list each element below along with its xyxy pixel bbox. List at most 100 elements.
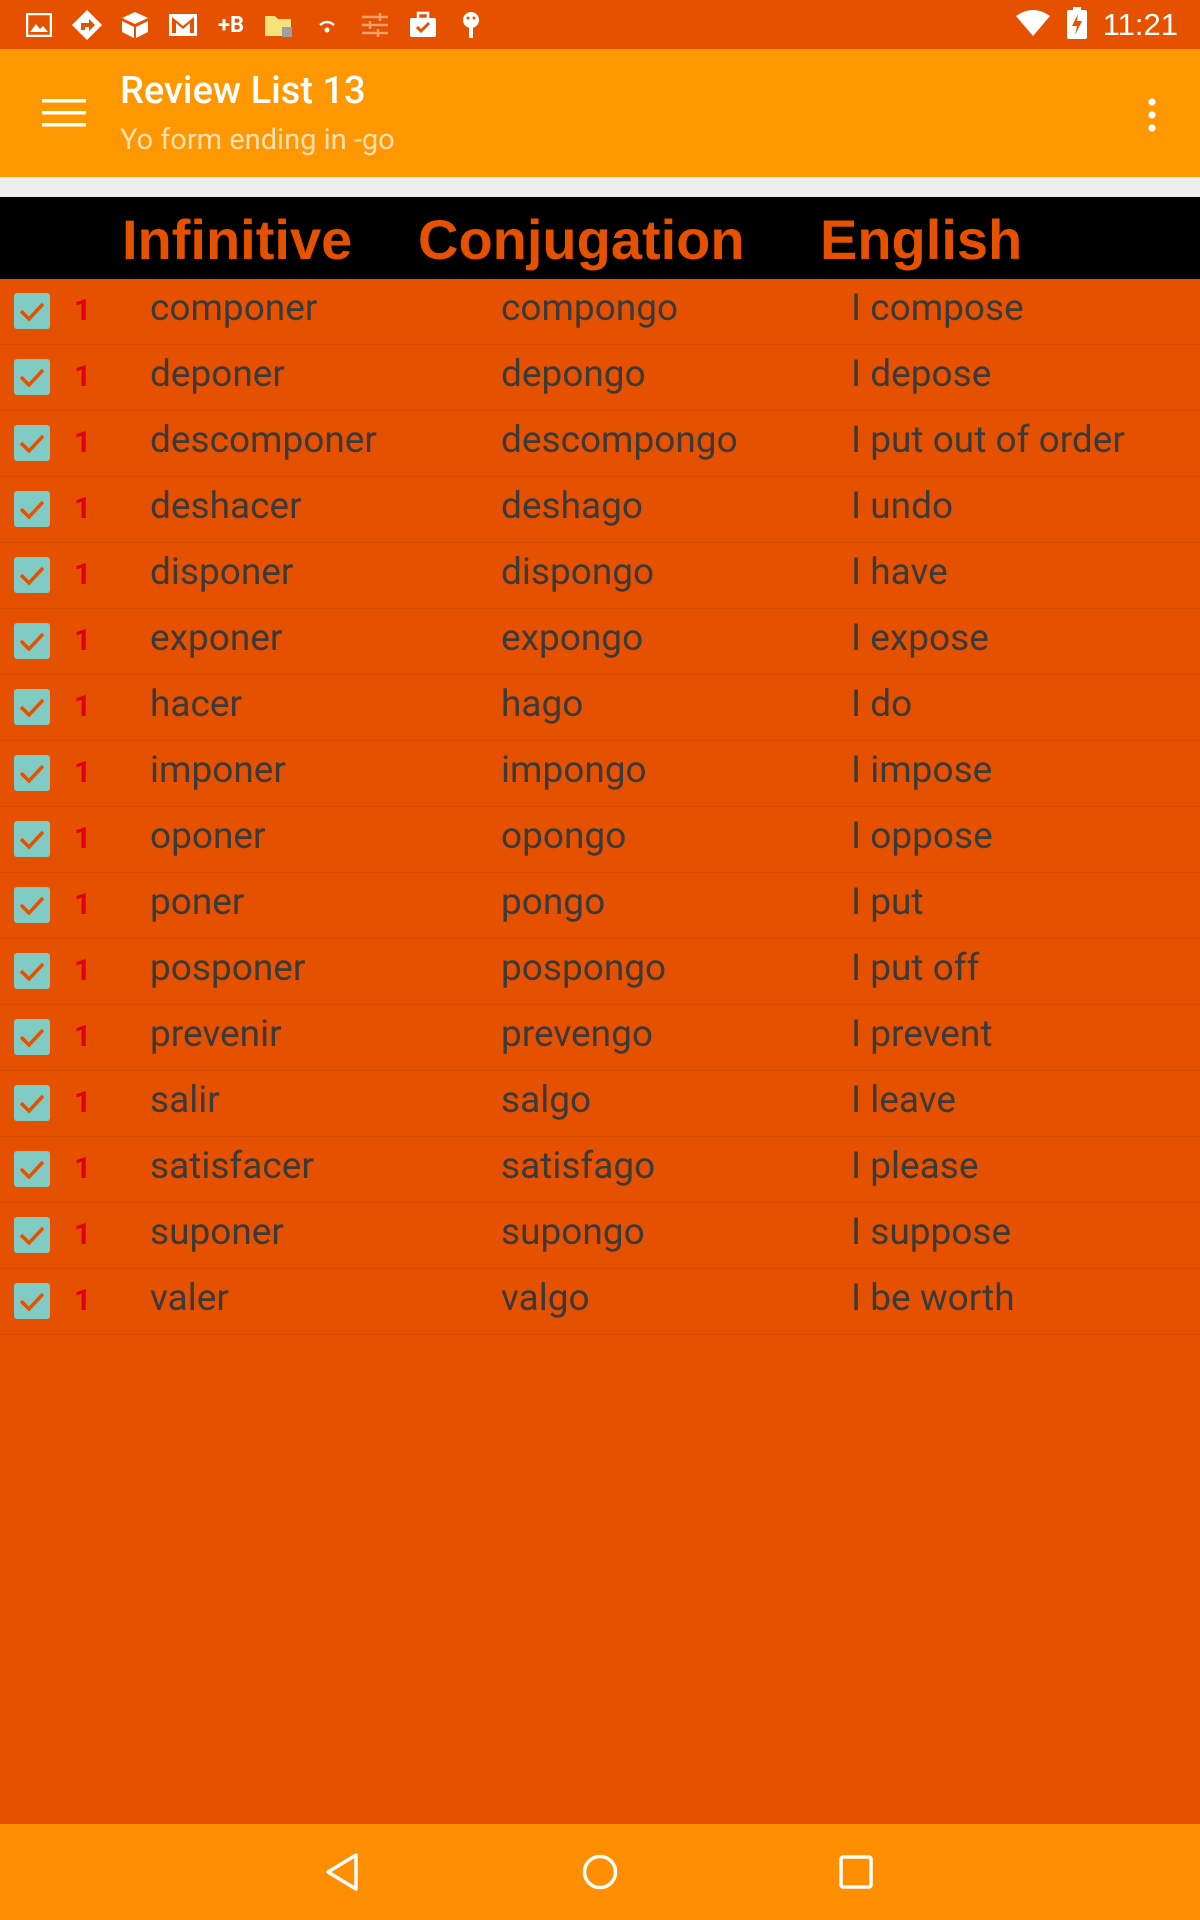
review-count: 1: [74, 755, 92, 790]
row-checkbox[interactable]: [14, 1151, 50, 1187]
check-icon: [19, 764, 45, 784]
more-vert-icon[interactable]: [1128, 89, 1176, 141]
conjugation-cell: prevengo: [501, 1013, 653, 1056]
english-cell: I be worth: [851, 1277, 1015, 1320]
divider: [0, 177, 1200, 197]
english-cell: I have: [851, 551, 948, 594]
row-checkbox[interactable]: [14, 623, 50, 659]
battery-charging-icon: [1066, 7, 1087, 43]
table-row[interactable]: 1 salir salgo I leave: [0, 1071, 1200, 1137]
check-icon: [19, 698, 45, 718]
table-row[interactable]: 1 disponer dispongo I have: [0, 543, 1200, 609]
row-checkbox[interactable]: [14, 1283, 50, 1319]
table-row[interactable]: 1 posponer pospongo I put off: [0, 939, 1200, 1005]
conjugation-cell: pongo: [501, 881, 606, 924]
infinitive-cell: salir: [150, 1079, 220, 1122]
table-row[interactable]: 1 valer valgo I be worth: [0, 1269, 1200, 1335]
conjugation-cell: impongo: [501, 749, 647, 792]
page-title: Review List 13: [120, 69, 366, 113]
row-checkbox[interactable]: [14, 1085, 50, 1121]
plus-b-icon: +B: [214, 8, 248, 42]
home-icon[interactable]: [570, 1844, 630, 1900]
wifi-small-icon: [310, 8, 344, 42]
android-icon: [454, 8, 488, 42]
back-icon[interactable]: [312, 1844, 372, 1900]
row-checkbox[interactable]: [14, 755, 50, 791]
conjugation-cell: salgo: [501, 1079, 592, 1122]
gmail-icon: [166, 8, 200, 42]
header-conjugation: Conjugation: [418, 208, 745, 271]
row-checkbox[interactable]: [14, 953, 50, 989]
row-checkbox[interactable]: [14, 887, 50, 923]
row-checkbox[interactable]: [14, 359, 50, 395]
table-row[interactable]: 1 prevenir prevengo I prevent: [0, 1005, 1200, 1071]
row-checkbox[interactable]: [14, 1019, 50, 1055]
table-row[interactable]: 1 exponer expongo I expose: [0, 609, 1200, 675]
check-icon: [19, 302, 45, 322]
table-row[interactable]: 1 imponer impongo I impose: [0, 741, 1200, 807]
conjugation-cell: depongo: [501, 353, 646, 396]
row-checkbox[interactable]: [14, 689, 50, 725]
check-icon: [19, 830, 45, 850]
conjugation-cell: dispongo: [501, 551, 655, 594]
navigation-icon: [70, 8, 104, 42]
infinitive-cell: deshacer: [150, 485, 302, 528]
review-count: 1: [74, 1151, 92, 1186]
conjugation-cell: satisfago: [501, 1145, 656, 1188]
english-cell: I expose: [851, 617, 989, 660]
row-checkbox[interactable]: [14, 491, 50, 527]
row-checkbox[interactable]: [14, 821, 50, 857]
row-checkbox[interactable]: [14, 293, 50, 329]
infinitive-cell: valer: [150, 1277, 229, 1320]
app-bar: Review List 13 Yo form ending in -go: [0, 49, 1200, 177]
table-row[interactable]: 1 deshacer deshago I undo: [0, 477, 1200, 543]
conjugation-cell: supongo: [501, 1211, 645, 1254]
conjugation-cell: pospongo: [501, 947, 667, 990]
table-row[interactable]: 1 oponer opongo I oppose: [0, 807, 1200, 873]
review-count: 1: [74, 821, 92, 856]
check-icon: [19, 1226, 45, 1246]
infinitive-cell: deponer: [150, 353, 285, 396]
status-bar: +B 11:21: [0, 0, 1200, 49]
check-icon: [19, 434, 45, 454]
sliders-icon: [358, 8, 392, 42]
folder-icon: [262, 8, 296, 42]
conjugation-cell: descompongo: [501, 419, 738, 462]
review-count: 1: [74, 293, 92, 328]
review-count: 1: [74, 359, 92, 394]
clock: 11:21: [1102, 7, 1178, 42]
infinitive-cell: oponer: [150, 815, 266, 858]
header-english: English: [820, 208, 1023, 271]
infinitive-cell: satisfacer: [150, 1145, 314, 1188]
header-infinitive: Infinitive: [122, 208, 353, 271]
box-icon: [118, 8, 152, 42]
conjugation-cell: hago: [501, 683, 584, 726]
check-icon: [19, 632, 45, 652]
review-count: 1: [74, 1283, 92, 1318]
table-row[interactable]: 1 deponer depongo I depose: [0, 345, 1200, 411]
plus-b-label: +B: [217, 12, 245, 38]
recents-icon[interactable]: [826, 1844, 886, 1900]
briefcase-check-icon: [406, 8, 440, 42]
english-cell: I compose: [851, 287, 1024, 330]
table-row[interactable]: 1 suponer supongo I suppose: [0, 1203, 1200, 1269]
review-count: 1: [74, 1085, 92, 1120]
conjugation-cell: compongo: [501, 287, 679, 330]
row-checkbox[interactable]: [14, 557, 50, 593]
review-count: 1: [74, 953, 92, 988]
table-row[interactable]: 1 poner pongo I put: [0, 873, 1200, 939]
row-checkbox[interactable]: [14, 1217, 50, 1253]
hamburger-menu-icon[interactable]: [24, 85, 104, 141]
review-count: 1: [74, 1019, 92, 1054]
table-row[interactable]: 1 hacer hago I do: [0, 675, 1200, 741]
table-row[interactable]: 1 componer compongo I compose: [0, 279, 1200, 345]
review-count: 1: [74, 689, 92, 724]
table-row[interactable]: 1 descomponer descompongo I put out of orde…: [0, 411, 1200, 477]
english-cell: I put: [851, 881, 924, 924]
review-count: 1: [74, 425, 92, 460]
table-row[interactable]: 1 satisfacer satisfago I please: [0, 1137, 1200, 1203]
infinitive-cell: componer: [150, 287, 318, 330]
english-cell: I impose: [851, 749, 993, 792]
image-icon: [22, 8, 56, 42]
row-checkbox[interactable]: [14, 425, 50, 461]
